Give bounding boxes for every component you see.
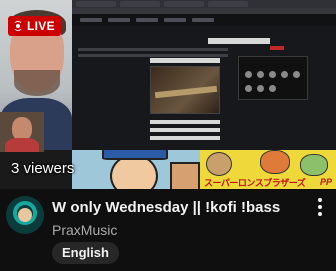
guitar-video-panel — [150, 66, 220, 114]
live-stream-card[interactable]: スーパーロンスブラザーズ PP LIVE 3 viewers W only We… — [0, 0, 336, 271]
more-vert-icon[interactable] — [310, 196, 330, 218]
comic-logo: PP — [319, 177, 332, 187]
channel-avatar[interactable] — [6, 196, 44, 234]
viewer-count: 3 viewers — [11, 160, 75, 177]
secondary-webcam — [0, 112, 44, 152]
live-broadcast-icon — [13, 21, 23, 31]
channel-name[interactable]: PraxMusic — [52, 222, 117, 238]
live-label: LIVE — [27, 19, 55, 33]
live-badge: LIVE — [8, 16, 61, 36]
language-badge: English — [52, 242, 119, 264]
video-title[interactable]: W only Wednesday || !kofi !bass — [52, 199, 302, 217]
comic-caption: スーパーロンスブラザーズ — [204, 179, 306, 189]
amp-plugin-panel — [238, 56, 308, 100]
stream-thumbnail[interactable]: スーパーロンスブラザーズ PP LIVE 3 viewers — [0, 0, 336, 189]
stream-desktop-capture — [72, 0, 336, 150]
comic-panel-right: スーパーロンスブラザーズ PP — [200, 150, 336, 189]
comic-panel-left — [72, 150, 200, 189]
